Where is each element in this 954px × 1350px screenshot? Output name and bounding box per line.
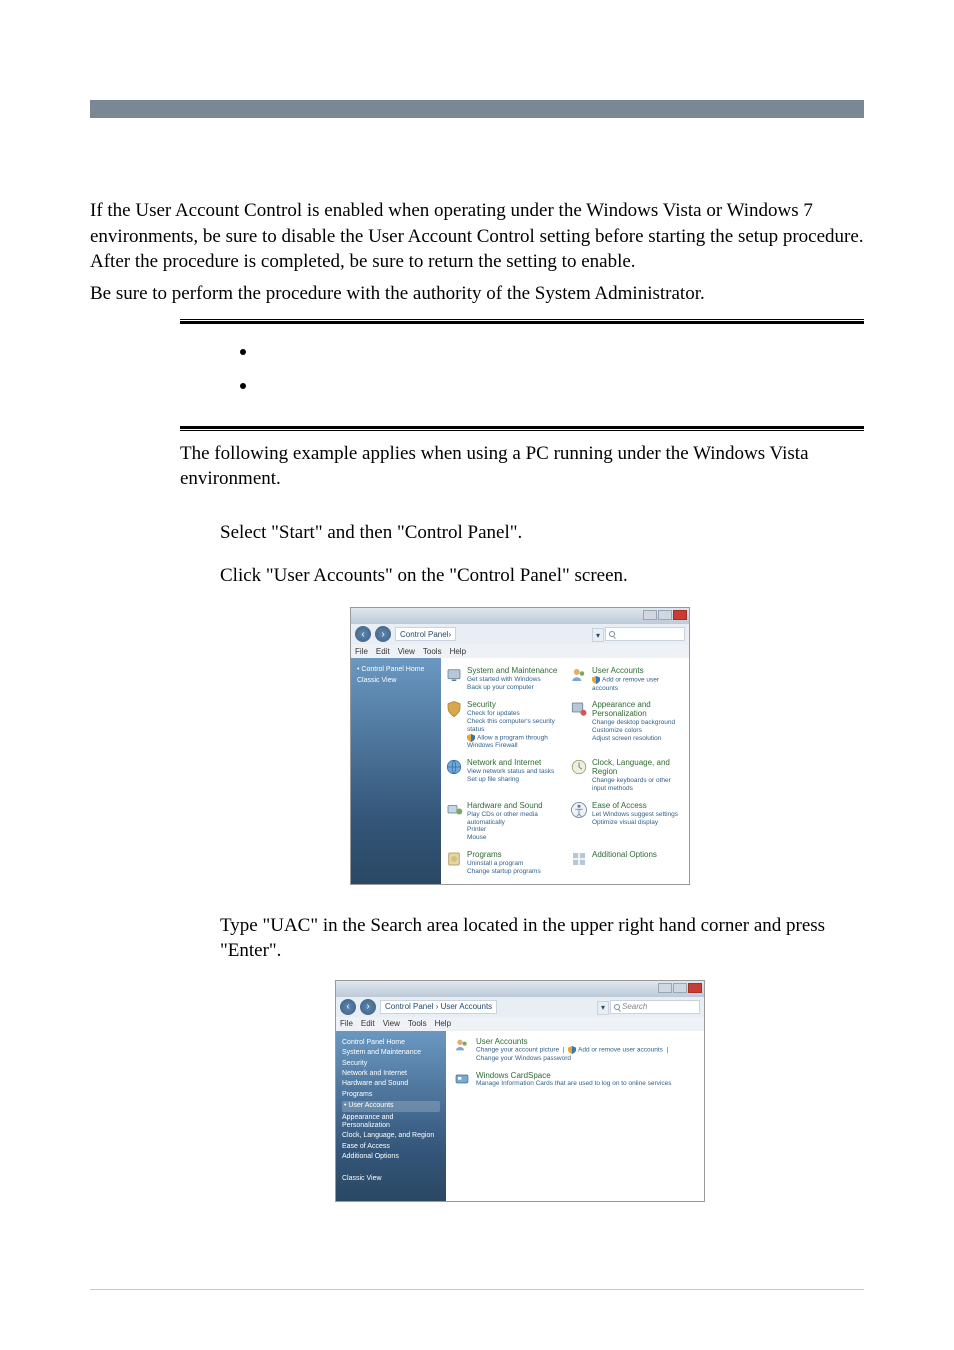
refine-icon: ▾ xyxy=(592,628,604,642)
menubar: File Edit View Tools Help xyxy=(336,1017,704,1031)
screenshot-control-panel: ‹ › Control Panel › ▾ File Edit View Too… xyxy=(350,607,690,884)
titlebar xyxy=(336,981,704,997)
menu-tools[interactable]: Tools xyxy=(408,1019,427,1028)
menu-tools[interactable]: Tools xyxy=(423,647,442,656)
menu-file[interactable]: File xyxy=(355,647,368,656)
sidebar-item-programs[interactable]: Programs xyxy=(342,1091,440,1099)
appearance-icon xyxy=(570,700,588,718)
category-programs[interactable]: ProgramsUninstall a programChange startu… xyxy=(445,848,560,878)
back-button[interactable]: ‹ xyxy=(355,626,371,642)
search-input[interactable]: ▾Search xyxy=(610,1000,700,1014)
search-icon xyxy=(609,631,615,637)
minimize-button[interactable] xyxy=(658,983,672,993)
breadcrumb-text: Control Panel › User Accounts xyxy=(385,1002,492,1011)
breadcrumb[interactable]: Control Panel › xyxy=(395,627,456,641)
menu-view[interactable]: View xyxy=(383,1019,400,1028)
category-network[interactable]: Network and InternetView network status … xyxy=(445,756,560,795)
screenshot-user-accounts: ‹ › Control Panel › User Accounts ▾Searc… xyxy=(335,980,705,1202)
menu-view[interactable]: View xyxy=(398,647,415,656)
hardware-icon xyxy=(445,801,463,819)
step-3: Type "UAC" in the Search area located in… xyxy=(220,913,864,964)
category-clock[interactable]: Clock, Language, and RegionChange keyboa… xyxy=(570,756,685,795)
sidebar-classic[interactable]: Classic View xyxy=(357,677,435,685)
header-divider xyxy=(90,100,864,118)
sidebar-item-hardware[interactable]: Hardware and Sound xyxy=(342,1080,440,1088)
note-box xyxy=(180,319,864,431)
ease-icon xyxy=(570,801,588,819)
forward-button[interactable]: › xyxy=(375,626,391,642)
link-add-remove[interactable]: Add or remove user accounts xyxy=(578,1047,663,1054)
sidebar-item-appearance[interactable]: Appearance and Personalization xyxy=(342,1114,440,1131)
sidebar-item-home[interactable]: Control Panel Home xyxy=(342,1039,440,1047)
sidebar-item-clock[interactable]: Clock, Language, and Region xyxy=(342,1132,440,1140)
sidebar: Control Panel Home System and Maintenanc… xyxy=(336,1031,446,1201)
menubar: File Edit View Tools Help xyxy=(351,644,689,658)
sidebar-item-security[interactable]: Security xyxy=(342,1060,440,1068)
titlebar xyxy=(351,608,689,624)
step-2: Click "User Accounts" on the "Control Pa… xyxy=(220,563,864,589)
breadcrumb[interactable]: Control Panel › User Accounts xyxy=(380,1000,497,1014)
link-change-picture[interactable]: Change your account picture xyxy=(476,1047,559,1054)
sidebar-item-network[interactable]: Network and Internet xyxy=(342,1070,440,1078)
sidebar-item-system[interactable]: System and Maintenance xyxy=(342,1049,440,1057)
search-input[interactable]: ▾ xyxy=(605,627,685,641)
footer-divider xyxy=(90,1289,864,1290)
close-button[interactable] xyxy=(688,983,702,993)
menu-edit[interactable]: Edit xyxy=(361,1019,375,1028)
bullet-icon xyxy=(240,383,246,389)
cardspace-icon xyxy=(454,1071,470,1087)
result-title[interactable]: Windows CardSpace xyxy=(476,1071,671,1080)
category-hardware[interactable]: Hardware and SoundPlay CDs or other medi… xyxy=(445,799,560,844)
programs-icon xyxy=(445,850,463,868)
sidebar-home[interactable]: • Control Panel Home xyxy=(357,666,435,674)
result-cardspace: Windows CardSpace Manage Information Car… xyxy=(454,1071,696,1088)
category-ease-of-access[interactable]: Ease of AccessLet Windows suggest settin… xyxy=(570,799,685,844)
users-icon xyxy=(454,1037,470,1053)
shield-icon xyxy=(568,1046,576,1054)
sidebar-item-additional[interactable]: Additional Options xyxy=(342,1153,440,1161)
intro-text: If the User Account Control is enabled w… xyxy=(90,198,864,275)
category-security[interactable]: SecurityCheck for updatesCheck this comp… xyxy=(445,698,560,752)
sidebar-item-user-accounts[interactable]: • User Accounts xyxy=(342,1101,440,1111)
step-1: Select "Start" and then "Control Panel". xyxy=(220,520,864,546)
close-button[interactable] xyxy=(673,610,687,620)
result-body: Manage Information Cards that are used t… xyxy=(476,1080,671,1088)
minimize-button[interactable] xyxy=(643,610,657,620)
system-icon xyxy=(445,666,463,684)
menu-edit[interactable]: Edit xyxy=(376,647,390,656)
sidebar-item-ease[interactable]: Ease of Access xyxy=(342,1143,440,1151)
category-additional[interactable]: Additional Options xyxy=(570,848,685,878)
security-icon xyxy=(445,700,463,718)
intro-text-2: Be sure to perform the procedure with th… xyxy=(90,281,864,307)
bullet-icon xyxy=(240,349,246,355)
shield-icon xyxy=(592,676,600,684)
menu-help[interactable]: Help xyxy=(435,1019,451,1028)
link-change-password[interactable]: Change your Windows password xyxy=(476,1055,571,1062)
search-icon xyxy=(614,1004,620,1010)
refine-icon: ▾ xyxy=(597,1001,609,1015)
shield-icon xyxy=(467,734,475,742)
network-icon xyxy=(445,758,463,776)
category-appearance[interactable]: Appearance and PersonalizationChange des… xyxy=(570,698,685,752)
search-placeholder: Search xyxy=(622,1002,647,1011)
forward-button[interactable]: › xyxy=(360,999,376,1015)
clock-icon xyxy=(570,758,588,776)
result-title[interactable]: User Accounts xyxy=(476,1037,668,1046)
maximize-button[interactable] xyxy=(673,983,687,993)
context-text: The following example applies when using… xyxy=(180,441,864,492)
menu-help[interactable]: Help xyxy=(450,647,466,656)
category-user-accounts[interactable]: User AccountsAdd or remove user accounts xyxy=(570,664,685,694)
users-icon xyxy=(570,666,588,684)
sidebar: • Control Panel Home Classic View xyxy=(351,658,441,883)
maximize-button[interactable] xyxy=(658,610,672,620)
category-system[interactable]: System and MaintenanceGet started with W… xyxy=(445,664,560,694)
additional-icon xyxy=(570,850,588,868)
breadcrumb-text: Control Panel xyxy=(400,630,448,639)
sidebar-item-classic[interactable]: Classic View xyxy=(342,1175,440,1183)
back-button[interactable]: ‹ xyxy=(340,999,356,1015)
menu-file[interactable]: File xyxy=(340,1019,353,1028)
result-user-accounts: User Accounts Change your account pictur… xyxy=(454,1037,696,1064)
